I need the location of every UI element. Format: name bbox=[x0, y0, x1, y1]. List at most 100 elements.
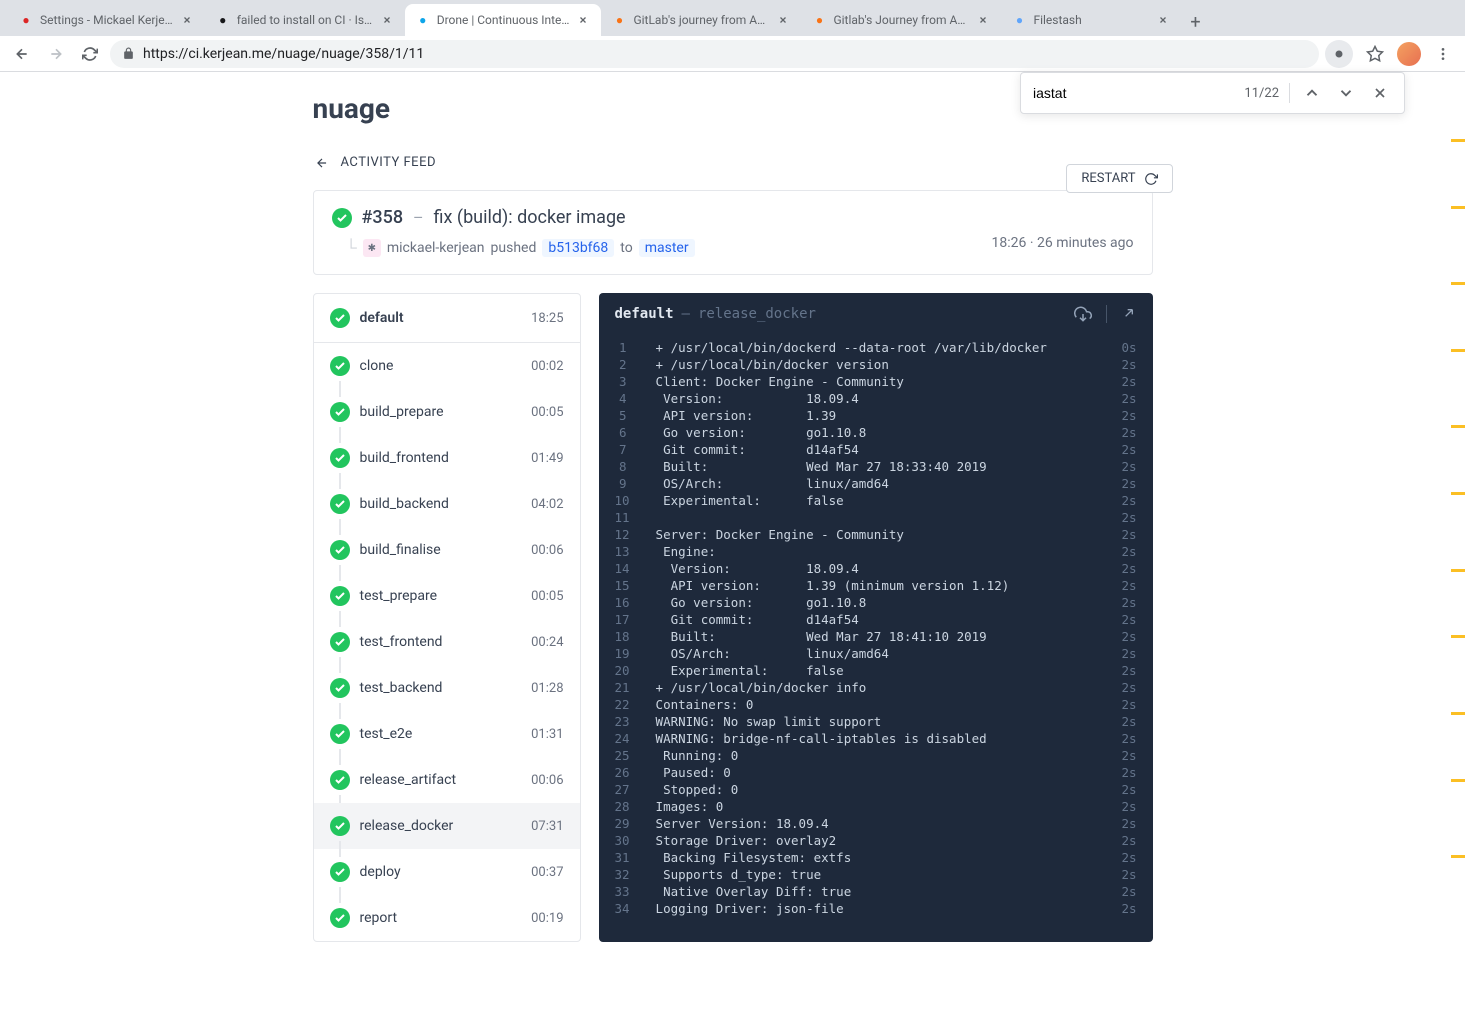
new-tab-button[interactable]: + bbox=[1181, 8, 1209, 36]
log-line-number: 6 bbox=[615, 424, 641, 441]
expand-icon[interactable] bbox=[1121, 305, 1137, 323]
tab-close-icon[interactable] bbox=[575, 12, 591, 28]
log-text: Version: 18.09.4 bbox=[641, 390, 1114, 407]
step-item[interactable]: build_prepare 00:05 bbox=[314, 389, 580, 435]
log-line: 2 + /usr/local/bin/docker version 2s bbox=[615, 356, 1137, 373]
back-button[interactable] bbox=[8, 40, 36, 68]
step-item[interactable]: clone 00:02 bbox=[314, 343, 580, 389]
browser-tab[interactable]: ● Gitlab's Journey from Az… bbox=[801, 4, 1001, 36]
author-avatar-icon: ✱ bbox=[363, 239, 381, 257]
branch-name[interactable]: master bbox=[639, 239, 695, 257]
log-line-number: 3 bbox=[615, 373, 641, 390]
log-line: 28 Images: 0 2s bbox=[615, 798, 1137, 815]
check-icon bbox=[330, 448, 350, 468]
log-line-number: 15 bbox=[615, 577, 641, 594]
step-item[interactable]: deploy 00:37 bbox=[314, 849, 580, 895]
tab-close-icon[interactable] bbox=[379, 12, 395, 28]
log-line-number: 18 bbox=[615, 628, 641, 645]
step-name: test_frontend bbox=[360, 634, 522, 650]
find-in-page-bar: 11/22 bbox=[1020, 72, 1405, 114]
step-item[interactable]: test_prepare 00:05 bbox=[314, 573, 580, 619]
tab-close-icon[interactable] bbox=[179, 12, 195, 28]
tab-close-icon[interactable] bbox=[775, 12, 791, 28]
log-line-number: 22 bbox=[615, 696, 641, 713]
step-time: 00:06 bbox=[531, 543, 563, 558]
browser-tab[interactable]: ● failed to install on CI · Iss… bbox=[205, 4, 405, 36]
browser-tab[interactable]: ● Drone | Continuous Inte… bbox=[405, 4, 602, 36]
find-prev-button[interactable] bbox=[1300, 81, 1324, 105]
step-time: 01:31 bbox=[531, 727, 563, 742]
log-text: API version: 1.39 bbox=[641, 407, 1114, 424]
step-item[interactable]: build_finalise 00:06 bbox=[314, 527, 580, 573]
log-line-number: 24 bbox=[615, 730, 641, 747]
extension-icon[interactable] bbox=[1325, 40, 1353, 68]
log-text: API version: 1.39 (minimum version 1.12) bbox=[641, 577, 1114, 594]
pipeline-header[interactable]: default 18:25 bbox=[314, 294, 580, 343]
log-text: + /usr/local/bin/docker version bbox=[641, 356, 1114, 373]
step-item[interactable]: report 00:19 bbox=[314, 895, 580, 941]
step-item[interactable]: test_e2e 01:31 bbox=[314, 711, 580, 757]
step-name: test_backend bbox=[360, 680, 522, 696]
log-line: 6 Go version: go1.10.8 2s bbox=[615, 424, 1137, 441]
log-duration: 2s bbox=[1113, 832, 1136, 849]
commit-hash[interactable]: b513bf68 bbox=[542, 239, 614, 257]
find-next-button[interactable] bbox=[1334, 81, 1358, 105]
profile-avatar[interactable] bbox=[1397, 42, 1421, 66]
log-line-number: 29 bbox=[615, 815, 641, 832]
step-item[interactable]: release_artifact 00:06 bbox=[314, 757, 580, 803]
step-item[interactable]: test_backend 01:28 bbox=[314, 665, 580, 711]
log-duration: 2s bbox=[1113, 849, 1136, 866]
log-duration: 2s bbox=[1113, 645, 1136, 662]
page-content: RESTART nuage ACTIVITY FEED #358 – fix (… bbox=[0, 72, 1465, 1027]
tab-title: GitLab's journey from Az… bbox=[633, 13, 769, 27]
tab-title: Drone | Continuous Inte… bbox=[437, 13, 570, 27]
browser-tab[interactable]: ● Filestash bbox=[1001, 4, 1181, 36]
step-time: 00:37 bbox=[531, 865, 563, 880]
step-time: 04:02 bbox=[531, 497, 563, 512]
tab-close-icon[interactable] bbox=[975, 12, 991, 28]
browser-tabs: ● Settings - Mickael Kerje… ● failed to … bbox=[0, 0, 1465, 36]
step-item[interactable]: build_frontend 01:49 bbox=[314, 435, 580, 481]
reload-button[interactable] bbox=[76, 40, 104, 68]
browser-tab[interactable]: ● Settings - Mickael Kerje… bbox=[8, 4, 205, 36]
step-name: report bbox=[360, 910, 522, 926]
console-body[interactable]: 1 + /usr/local/bin/dockerd --data-root /… bbox=[599, 335, 1153, 933]
step-time: 01:28 bbox=[531, 681, 563, 696]
step-name: build_backend bbox=[360, 496, 522, 512]
tab-favicon: ● bbox=[611, 12, 627, 28]
steps-panel: default 18:25 clone 00:02 build_prepare … bbox=[313, 293, 581, 942]
build-title: fix (build): docker image bbox=[434, 207, 626, 228]
log-text: Built: Wed Mar 27 18:41:10 2019 bbox=[641, 628, 1114, 645]
log-line: 14 Version: 18.09.4 2s bbox=[615, 560, 1137, 577]
log-text: Storage Driver: overlay2 bbox=[641, 832, 1114, 849]
log-text: Git commit: d14af54 bbox=[641, 441, 1114, 458]
forward-button[interactable] bbox=[42, 40, 70, 68]
restart-button[interactable]: RESTART bbox=[1066, 164, 1172, 193]
log-line-number: 14 bbox=[615, 560, 641, 577]
browser-tab[interactable]: ● GitLab's journey from Az… bbox=[601, 4, 801, 36]
log-text: OS/Arch: linux/amd64 bbox=[641, 645, 1114, 662]
check-icon bbox=[330, 724, 350, 744]
log-line: 25 Running: 0 2s bbox=[615, 747, 1137, 764]
step-item[interactable]: release_docker 07:31 bbox=[314, 803, 580, 849]
activity-feed-link[interactable]: ACTIVITY FEED bbox=[313, 125, 437, 190]
check-icon bbox=[330, 540, 350, 560]
log-line: 26 Paused: 0 2s bbox=[615, 764, 1137, 781]
step-item[interactable]: test_frontend 00:24 bbox=[314, 619, 580, 665]
step-time: 00:05 bbox=[531, 405, 563, 420]
find-close-button[interactable] bbox=[1368, 81, 1392, 105]
tab-favicon: ● bbox=[18, 12, 34, 28]
step-item[interactable]: build_backend 04:02 bbox=[314, 481, 580, 527]
download-log-icon[interactable] bbox=[1074, 305, 1092, 323]
log-text: Containers: 0 bbox=[641, 696, 1114, 713]
log-text: Supports d_type: true bbox=[641, 866, 1114, 883]
address-bar[interactable]: https://ci.kerjean.me/nuage/nuage/358/1/… bbox=[110, 40, 1319, 68]
menu-icon[interactable] bbox=[1429, 40, 1457, 68]
log-text: Running: 0 bbox=[641, 747, 1114, 764]
tab-close-icon[interactable] bbox=[1155, 12, 1171, 28]
bookmark-icon[interactable] bbox=[1361, 40, 1389, 68]
log-line-number: 27 bbox=[615, 781, 641, 798]
step-name: clone bbox=[360, 358, 522, 374]
log-duration: 2s bbox=[1113, 764, 1136, 781]
find-input[interactable] bbox=[1033, 85, 1234, 101]
